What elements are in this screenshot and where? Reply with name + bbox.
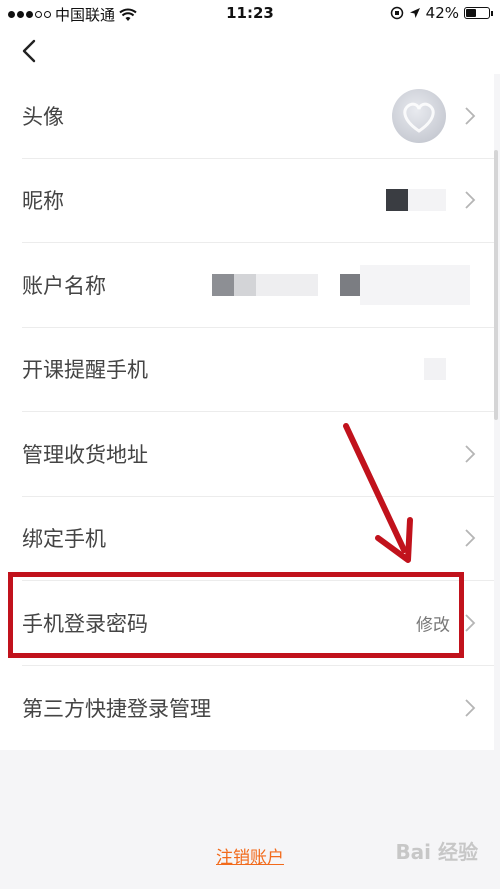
row-nickname[interactable]: 昵称 xyxy=(22,159,494,243)
blurred-nickname xyxy=(386,189,446,212)
chevron-right-icon xyxy=(465,107,476,125)
chevron-right-icon xyxy=(465,445,476,463)
row-avatar[interactable]: 头像 xyxy=(22,74,494,159)
status-bar: 中国联通 11:23 42% xyxy=(0,0,500,28)
baidu-watermark: Bai 经验 xyxy=(395,840,478,864)
back-icon[interactable] xyxy=(14,36,44,66)
blurred-account-name-right xyxy=(360,264,470,305)
annotation-arrow-icon xyxy=(343,423,413,563)
heart-icon xyxy=(403,102,435,133)
chevron-right-icon xyxy=(465,699,476,717)
row-label: 绑定手机 xyxy=(22,527,106,552)
battery-percentage: 42% xyxy=(425,4,459,22)
row-class-reminder-phone[interactable]: 开课提醒手机 xyxy=(22,328,494,412)
annotation-highlight-box xyxy=(8,572,464,658)
status-bar-right: 42% xyxy=(390,4,493,22)
orientation-lock-icon xyxy=(390,6,403,20)
row-label: 第三方快捷登录管理 xyxy=(22,696,211,721)
row-label: 昵称 xyxy=(22,189,64,214)
row-label: 账户名称 xyxy=(22,273,106,298)
row-third-party-login[interactable]: 第三方快捷登录管理 xyxy=(22,666,494,751)
location-icon xyxy=(409,8,420,18)
row-label: 开课提醒手机 xyxy=(22,358,148,383)
chevron-right-icon xyxy=(465,614,476,632)
chevron-right-icon xyxy=(465,529,476,547)
avatar xyxy=(392,88,446,143)
nav-bar xyxy=(0,28,500,74)
row-label: 管理收货地址 xyxy=(22,442,148,467)
blurred-phone xyxy=(424,358,446,381)
row-label: 头像 xyxy=(22,104,64,129)
chevron-right-icon xyxy=(465,191,476,209)
battery-icon xyxy=(464,7,493,19)
row-account-name[interactable]: 账户名称 xyxy=(22,243,494,328)
scrollbar[interactable] xyxy=(494,150,498,420)
